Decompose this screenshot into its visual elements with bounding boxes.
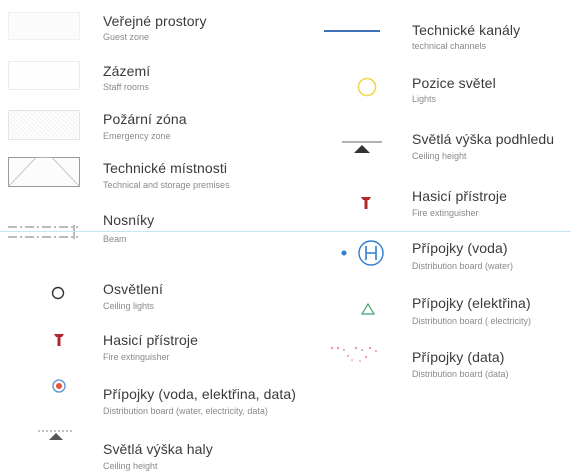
legend-label-en: Beam [103, 234, 127, 244]
legend-label-en: Distribution board (water, electricity, … [103, 406, 268, 416]
guest-zone-swatch [8, 12, 80, 40]
legend-label-cz: Světlá výška podhledu [412, 131, 555, 147]
legend-label-cz: Pozice světel [412, 75, 496, 91]
beam-dashed-line [8, 225, 78, 239]
legend-label-cz: Světlá výška haly [103, 441, 213, 457]
legend-label-cz: Přípojky (elektřina) [412, 295, 531, 311]
legend-label-cz: Zázemí [103, 63, 151, 79]
legend-label-cz: Přípojky (data) [412, 349, 505, 365]
legend-label-en: Distribution board (data) [412, 369, 509, 379]
legend-label-cz: Přípojky (voda, elektřina, data) [103, 386, 297, 402]
green-triangle-icon [360, 302, 376, 315]
legend-label-en: Ceiling height [412, 151, 467, 161]
circle-icon [51, 286, 65, 300]
legend-label-en: Distribution board (water) [412, 261, 514, 271]
legend-label-cz: Nosníky [103, 212, 155, 228]
yellow-circle-icon [357, 77, 377, 97]
legend-label-cz: Technické kanály [412, 22, 521, 38]
guide-line [0, 231, 571, 232]
legend-label-en: Fire extinguisher [412, 208, 479, 218]
legend-label-cz: Osvětlení [103, 281, 164, 297]
legend-label-en: Emergency zone [103, 131, 171, 141]
emergency-zone-swatch [8, 110, 80, 140]
data-dots-icon [330, 346, 377, 362]
legend-label-cz: Veřejné prostory [103, 13, 207, 29]
legend-label-cz: Přípojky (voda) [412, 240, 508, 256]
h-circle-icon [341, 240, 384, 266]
legend-label-en: Lights [412, 94, 437, 104]
fire-extinguisher-icon [361, 197, 371, 209]
blue-line [324, 30, 380, 32]
ceiling-height-icon [342, 141, 382, 153]
staff-rooms-swatch [8, 61, 80, 90]
legend-label-en: Distribution board ( electricity) [412, 316, 532, 326]
legend-label-en: Ceiling height [103, 461, 158, 471]
legend-label-en: Fire extinguisher [103, 352, 170, 362]
legend-label-en: technical channels [412, 41, 487, 51]
fire-extinguisher-icon [54, 334, 64, 346]
legend-label-en: Technical and storage premises [103, 180, 230, 190]
legend-label-cz: Hasicí přístroje [103, 332, 198, 348]
legend-label-cz: Požární zóna [103, 111, 187, 127]
legend-label-en: Guest zone [103, 32, 150, 42]
distribution-board-icon [52, 379, 66, 393]
legend-label-cz: Hasicí přístroje [412, 188, 507, 204]
legend-label-cz: Technické místnosti [103, 160, 228, 176]
legend-label-en: Ceiling lights [103, 301, 155, 311]
legend-label-en: Staff rooms [103, 82, 149, 92]
ceiling-height-icon [38, 430, 74, 440]
technical-premises-swatch [8, 157, 80, 187]
